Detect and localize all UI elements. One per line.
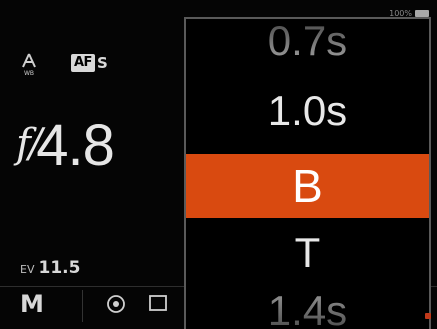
shutter-option-1-4s[interactable]: 1.4s: [186, 281, 429, 329]
battery-icon: [415, 10, 429, 17]
shutter-option-0-7s[interactable]: 0.7s: [186, 19, 429, 71]
shutter-option-bulb-selected[interactable]: B: [186, 154, 429, 218]
auto-white-balance-icon[interactable]: WB: [18, 52, 40, 77]
exposure-value-readout: EV 11.5: [20, 258, 80, 278]
ev-key: EV: [20, 263, 35, 276]
bottom-bar-divider: [82, 290, 83, 322]
exposure-mode[interactable]: M: [20, 290, 44, 318]
focus-mode-indicator[interactable]: AF S: [71, 52, 108, 74]
ev-value: 11.5: [38, 258, 81, 278]
svg-text:WB: WB: [24, 70, 34, 76]
af-badge: AF: [71, 54, 95, 72]
aperture-value: 4.8: [36, 113, 115, 178]
matrix-metering-icon[interactable]: [103, 292, 129, 316]
aperture-display[interactable]: f/ 4.8: [16, 112, 115, 179]
aperture-prefix: f/: [16, 121, 42, 167]
shutter-option-1-0s[interactable]: 1.0s: [186, 81, 429, 141]
camera-screen: 100% WB AF S f/ 4.8 EV 11.5 M 0.7s 1.0s …: [0, 0, 437, 329]
shutter-option-time[interactable]: T: [186, 223, 429, 283]
single-shot-drive-icon[interactable]: [147, 292, 169, 314]
af-mode-letter: S: [96, 54, 108, 72]
recording-indicator: [425, 313, 431, 319]
shutter-speed-picker[interactable]: 0.7s 1.0s B T 1.4s: [184, 17, 431, 329]
